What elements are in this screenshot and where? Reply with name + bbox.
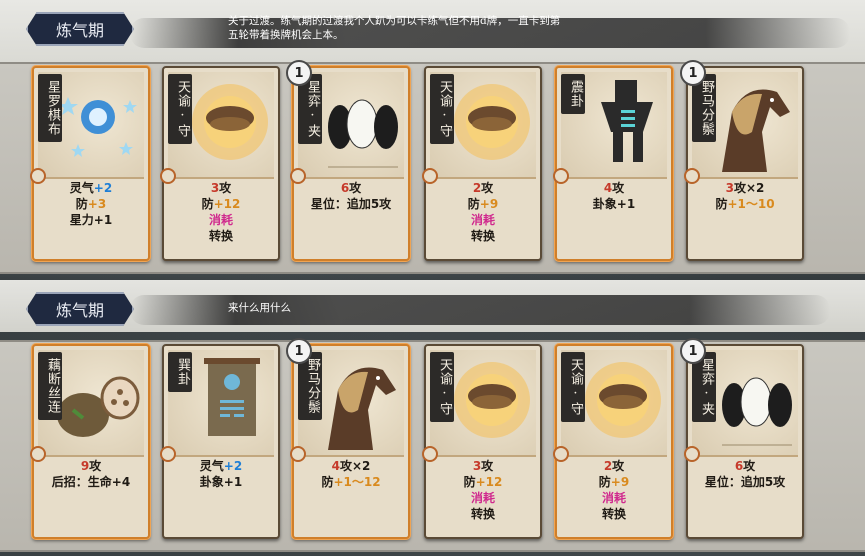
skill-card[interactable]: 巽卦灵气+2 卦象+1 <box>160 344 280 539</box>
card-description: 灵气+2 卦象+1 <box>164 458 278 490</box>
skill-card[interactable]: 震卦 4攻卦象+1 <box>553 66 673 261</box>
skill-card[interactable]: 天谕·守 2攻防+9 消耗转换 <box>553 344 673 539</box>
card-effect-line: 防+12 <box>463 475 503 489</box>
card-effect-line: 灵气+2 <box>199 459 243 473</box>
card-effect-line: 6攻 <box>734 459 756 473</box>
card-description: 3攻×2 防+1～10 <box>688 180 802 212</box>
card-effect-line: 3攻 <box>210 181 232 195</box>
card-effect-line: 防+9 <box>467 197 499 211</box>
skill-card[interactable]: 野马分鬃 1 4攻×2 防+1～12 <box>286 338 410 539</box>
card-effect-line: 转换 <box>470 507 495 521</box>
card-name: 星罗棋布 <box>38 74 62 142</box>
card-effect-line: 星位：追加5攻 <box>704 475 786 489</box>
card-effect-line: 卦象+1 <box>592 197 636 211</box>
card-effect-line: 3攻×2 <box>725 181 765 195</box>
card-effect-line: 消耗 <box>208 213 233 227</box>
card-effect-line: 星位：追加5攻 <box>310 197 392 211</box>
card-effect-line: 防+3 <box>75 197 107 211</box>
skill-card[interactable]: 藕断丝连 9攻后招：生命+4 <box>30 344 150 539</box>
card-name: 天谕·守 <box>430 352 454 422</box>
card-name: 天谕·守 <box>168 74 192 144</box>
section-note: 关于过渡。练气期的过渡我个人趴为可以卡练气但不用d牌，一直卡到第 五轮带着换牌机… <box>228 14 560 42</box>
card-description: 2攻防+9 消耗转换 <box>426 180 540 244</box>
card-description: 4攻×2 防+1～12 <box>294 458 408 490</box>
card-effect-line: 卦象+1 <box>199 475 243 489</box>
stage-label: 炼气期 <box>55 301 104 320</box>
note-line: 关于过渡。练气期的过渡我个人趴为可以卡练气但不用d牌，一直卡到第 <box>228 15 561 27</box>
card-effect-line: 灵气+2 <box>69 181 113 195</box>
card-effect-line: 消耗 <box>470 491 495 505</box>
card-description: 3攻防+12 消耗转换 <box>164 180 278 244</box>
card-effect-line: 4攻×2 <box>331 459 371 473</box>
card-effect-line: 防+1～10 <box>715 197 775 211</box>
card-level-badge: 1 <box>680 60 706 86</box>
card-name: 天谕·守 <box>430 74 454 144</box>
card-effect-line: 消耗 <box>601 491 626 505</box>
skill-card[interactable]: 天谕·守 3攻防+12 消耗转换 <box>160 66 280 261</box>
card-effect-line: 消耗 <box>470 213 495 227</box>
stage-badge: 炼气期 <box>26 12 134 46</box>
card-description: 灵气+2 防+3 星力+1 <box>34 180 148 228</box>
card-name: 藕断丝连 <box>38 352 62 420</box>
skill-card[interactable]: 天谕·守 3攻防+12 消耗转换 <box>422 344 542 539</box>
card-effect-line: 星力+1 <box>69 213 113 227</box>
card-effect-line: 9攻 <box>80 459 102 473</box>
card-level-badge: 1 <box>286 60 312 86</box>
skill-card[interactable]: 星罗棋布灵气+2 防+3 星力+1 <box>30 66 150 261</box>
card-level-badge: 1 <box>680 338 706 364</box>
card-level-badge: 1 <box>286 338 312 364</box>
note-line: 五轮带着换牌机会上本。 <box>228 29 344 41</box>
card-name: 巽卦 <box>168 352 192 392</box>
card-effect-line: 防+1～12 <box>321 475 381 489</box>
section-note: 来什么用什么 <box>228 301 291 315</box>
card-effect-line: 3攻 <box>472 459 494 473</box>
card-description: 4攻卦象+1 <box>557 180 671 212</box>
skill-card[interactable]: 天谕·守 2攻防+9 消耗转换 <box>422 66 542 261</box>
card-name: 天谕·守 <box>561 352 585 422</box>
card-effect-line: 转换 <box>208 229 233 243</box>
card-effect-line: 后招：生命+4 <box>51 475 131 489</box>
card-effect-line: 转换 <box>470 229 495 243</box>
card-effect-line: 2攻 <box>472 181 494 195</box>
skill-card[interactable]: 野马分鬃 1 3攻×2 防+1～10 <box>680 60 804 261</box>
card-description: 3攻防+12 消耗转换 <box>426 458 540 522</box>
card-name: 震卦 <box>561 74 585 114</box>
stage-label: 炼气期 <box>55 21 104 40</box>
card-description: 6攻星位：追加5攻 <box>688 458 802 490</box>
card-effect-line: 4攻 <box>603 181 625 195</box>
card-effect-line: 转换 <box>601 507 626 521</box>
skill-card[interactable]: 星弈·夹 1 6攻 星位：追加5攻 <box>286 60 410 261</box>
card-effect-line: 防+9 <box>598 475 630 489</box>
card-effect-line: 2攻 <box>603 459 625 473</box>
card-description: 9攻后招：生命+4 <box>34 458 148 490</box>
card-description: 6攻星位：追加5攻 <box>294 180 408 212</box>
skill-card[interactable]: 星弈·夹 1 6攻 星位：追加5攻 <box>680 338 804 539</box>
stage-badge: 炼气期 <box>26 292 134 326</box>
card-effect-line: 6攻 <box>340 181 362 195</box>
note-line: 来什么用什么 <box>228 302 291 314</box>
card-description: 2攻防+9 消耗转换 <box>557 458 671 522</box>
card-effect-line: 防+12 <box>201 197 241 211</box>
